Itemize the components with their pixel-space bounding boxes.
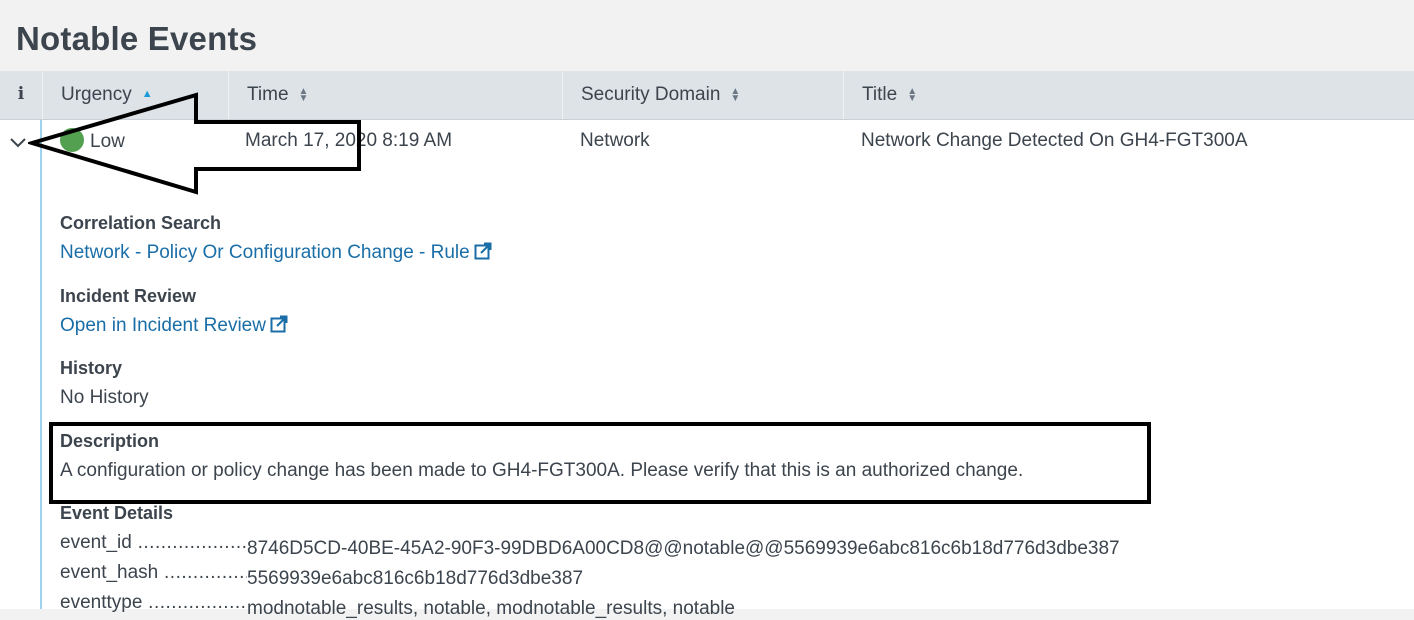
event-field-key: event_id: [60, 532, 132, 553]
sort-icon[interactable]: ▲ ▼: [730, 86, 740, 103]
history-label: History: [60, 358, 123, 378]
title-cell: Network Change Detected On GH4-FGT300A: [861, 130, 1248, 151]
event-field-key: event_hash: [60, 562, 159, 583]
time-header-label: Time: [247, 84, 289, 105]
security-domain-header-label: Security Domain: [581, 84, 721, 105]
external-link-icon[interactable]: [270, 315, 288, 333]
description-label: Description: [60, 431, 160, 451]
event-field-key: eventtype: [60, 592, 143, 613]
incident-review-section: Incident Review Open in Incident Review: [60, 286, 288, 337]
sort-ascending-icon[interactable]: ▲: [142, 89, 153, 100]
external-link-icon[interactable]: [474, 242, 492, 260]
correlation-search-section: Correlation Search Network - Policy Or C…: [60, 213, 492, 264]
correlation-search-link[interactable]: Network - Policy Or Configuration Change…: [60, 242, 470, 263]
history-section: History No History: [60, 358, 149, 409]
security-domain-cell: Network: [580, 130, 650, 151]
history-value: No History: [60, 387, 149, 408]
title-header-label: Title: [862, 84, 898, 105]
urgency-indicator: [60, 128, 84, 152]
event-field-row: eventtype ..............................…: [60, 592, 735, 619]
page-title: Notable Events: [16, 20, 258, 57]
urgency-value: Low: [90, 131, 125, 153]
sort-icon[interactable]: ▲ ▼: [907, 86, 917, 103]
table-header: i Urgency ▲ Time ▲ ▼ Security Domain ▲ ▼ Titl…: [0, 71, 1414, 120]
urgency-cell: Low: [60, 128, 125, 154]
incident-review-label: Incident Review: [60, 286, 197, 306]
table-row: Low March 17, 2020 8:19 AM Network Netwo…: [0, 120, 1414, 619]
event-field-value: 5569939e6abc816c6b18d776d3dbe387: [247, 568, 584, 589]
correlation-search-label: Correlation Search: [60, 213, 222, 233]
security-domain-column-header[interactable]: Security Domain ▲ ▼: [562, 71, 843, 119]
description-value: A configuration or policy change has bee…: [60, 460, 1024, 481]
event-field-row: event_id ...............................…: [60, 532, 1120, 559]
time-column-header[interactable]: Time ▲ ▼: [228, 71, 562, 119]
description-section: Description A configuration or policy ch…: [60, 431, 1023, 482]
open-incident-review-link[interactable]: Open in Incident Review: [60, 315, 266, 336]
time-cell: March 17, 2020 8:19 AM: [245, 130, 453, 151]
chevron-down-icon[interactable]: [8, 132, 28, 152]
info-column-header: i: [17, 84, 25, 104]
event-details-section: Event Details: [60, 503, 173, 524]
event-field-value: 8746D5CD-40BE-45A2-90F3-99DBD6A00CD8@@no…: [247, 538, 1120, 559]
expand-column: [0, 120, 42, 609]
sort-icon[interactable]: ▲ ▼: [299, 86, 309, 103]
event-details-label: Event Details: [60, 503, 174, 523]
urgency-header-label: Urgency: [61, 84, 132, 105]
event-field-row: event_hash .............................…: [60, 562, 584, 589]
title-column-header[interactable]: Title ▲ ▼: [843, 71, 1414, 119]
urgency-column-header[interactable]: Urgency ▲: [42, 71, 228, 119]
